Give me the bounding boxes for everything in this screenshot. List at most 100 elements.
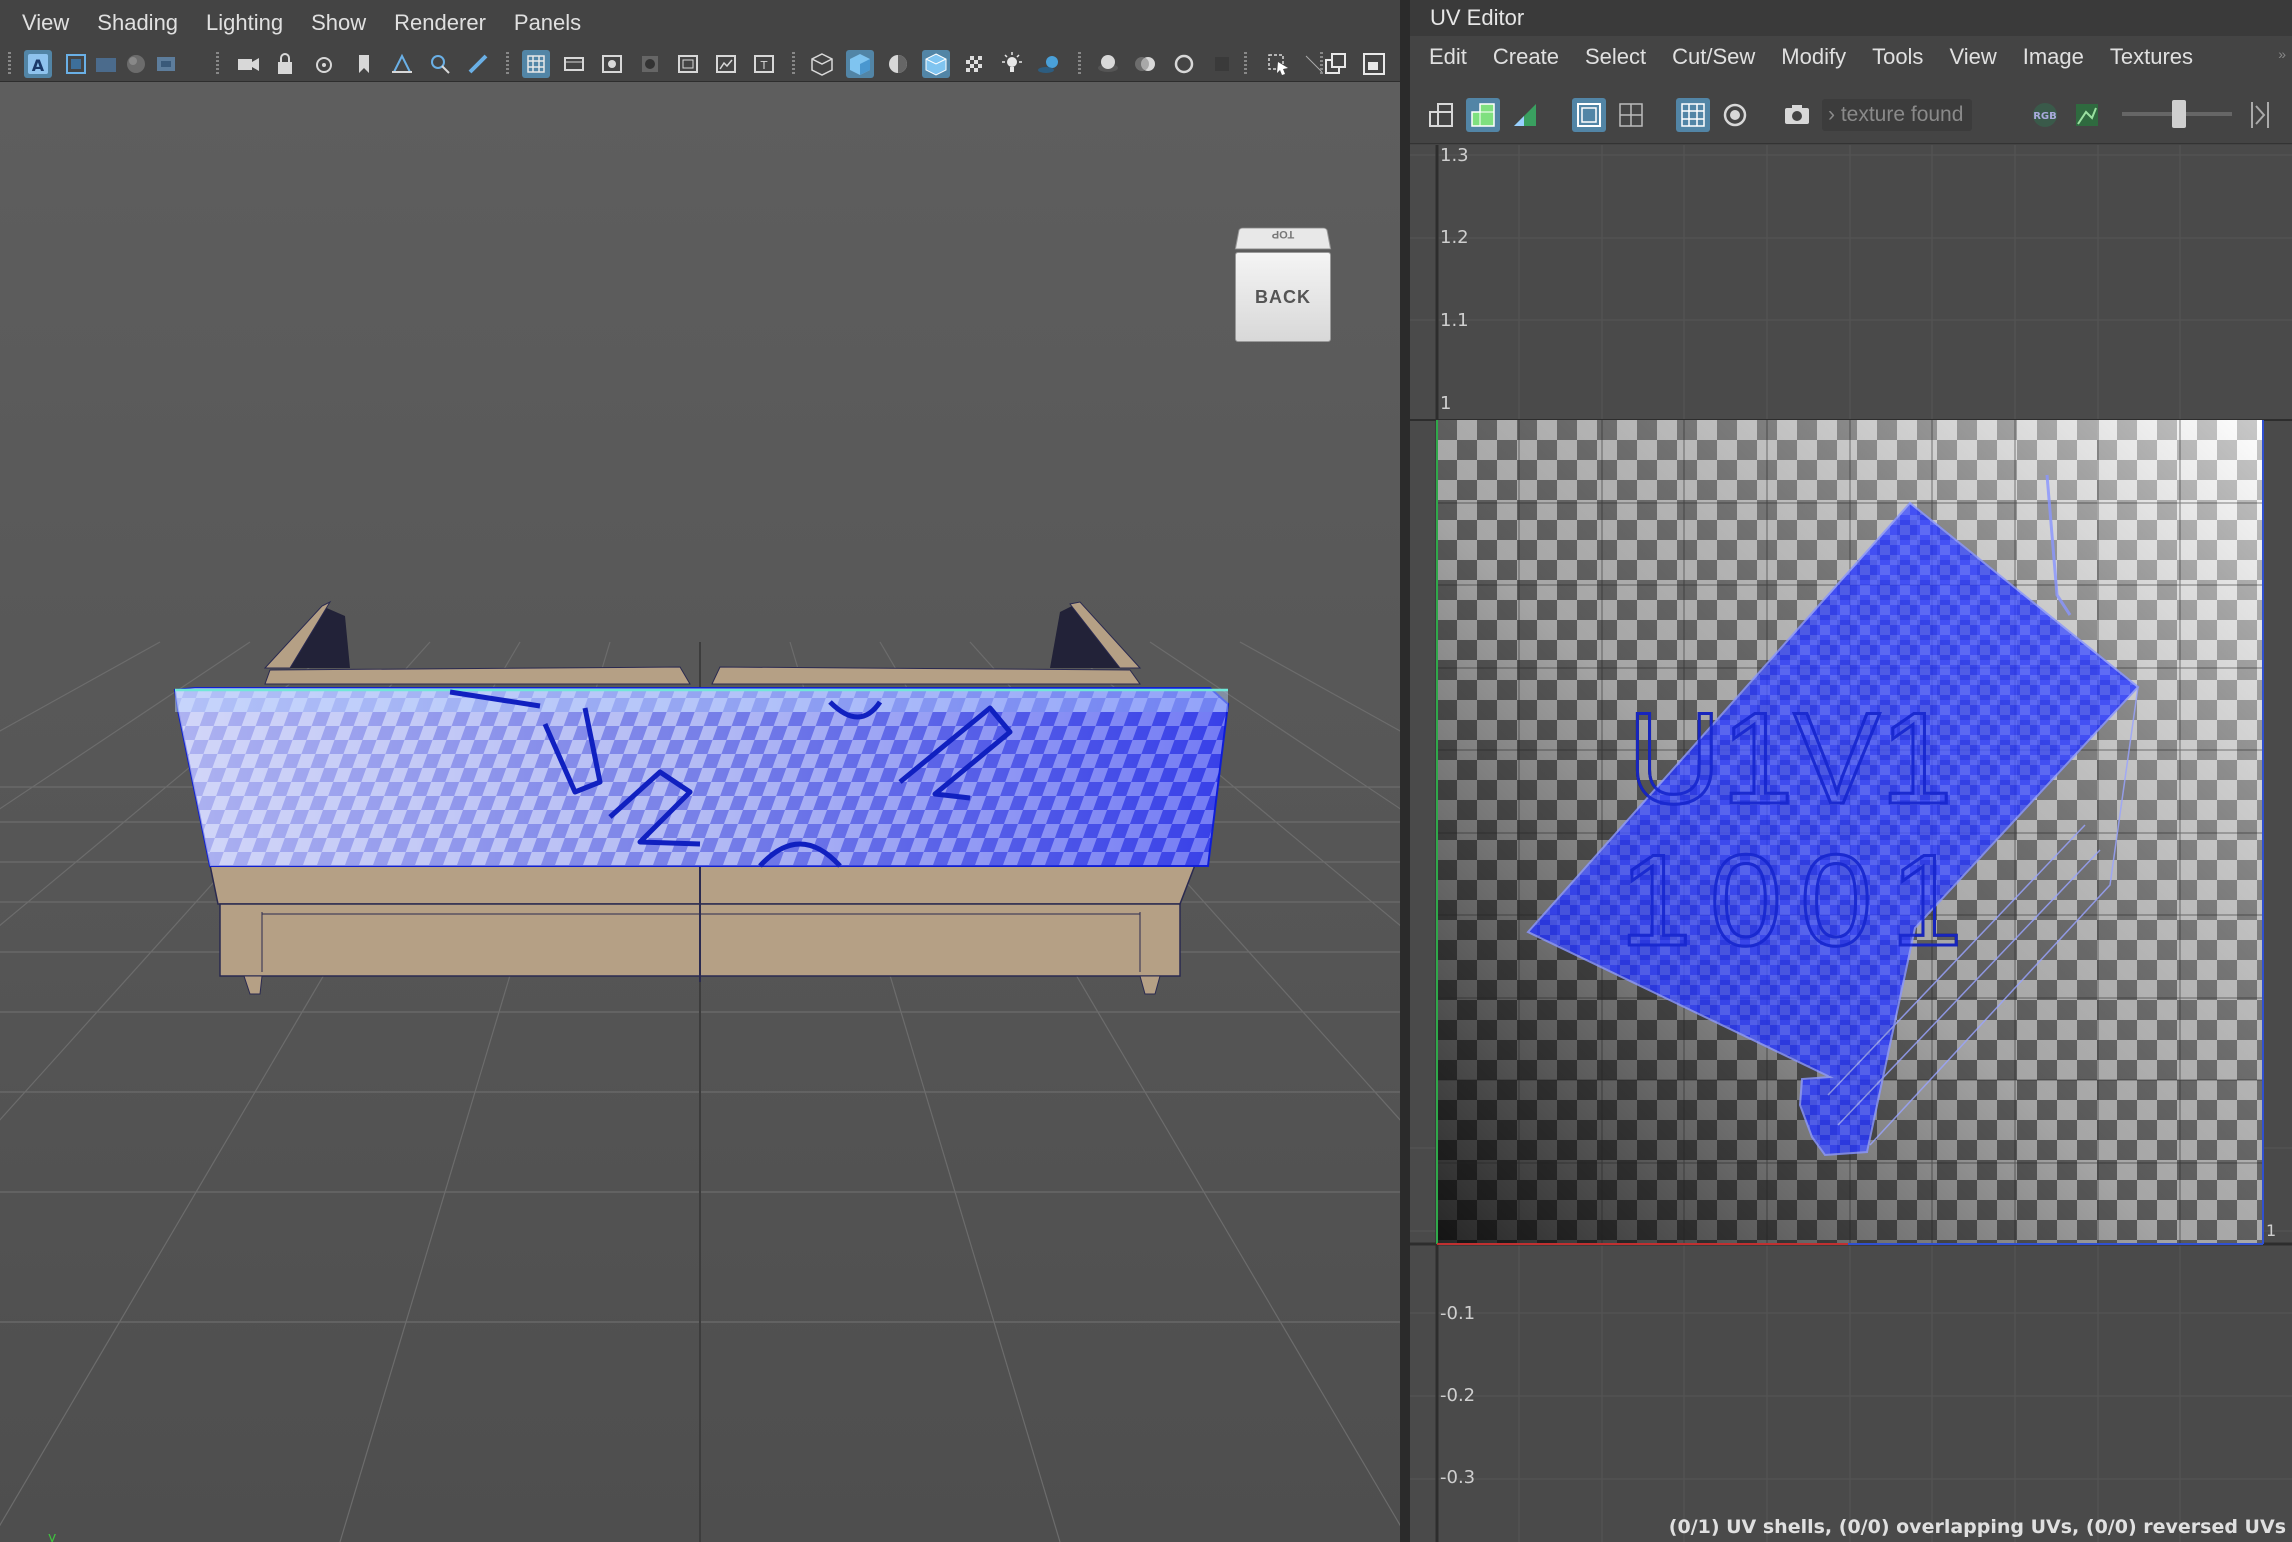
svg-text:RGB: RGB xyxy=(2033,111,2057,122)
textured-icon[interactable] xyxy=(960,50,988,78)
uv-menu-edit[interactable]: Edit xyxy=(1416,36,1480,78)
display-image-icon[interactable] xyxy=(1572,98,1606,132)
wireframe-on-shaded-icon[interactable] xyxy=(922,50,950,78)
v-axis-label: -0.2 xyxy=(1440,1385,1476,1406)
viewcube-face-label: BACK xyxy=(1255,286,1311,307)
toolbar-separator xyxy=(792,52,795,76)
default-material-icon[interactable] xyxy=(884,50,912,78)
menu-lighting[interactable]: Lighting xyxy=(192,0,297,46)
toolbar-separator xyxy=(506,52,509,76)
image-plane-icon[interactable] xyxy=(122,50,150,78)
svg-text:T: T xyxy=(760,59,768,72)
xray-icon[interactable] xyxy=(388,50,416,78)
select-camera-icon[interactable]: A xyxy=(24,50,52,78)
uv-editor-menubar: Edit Create Select Cut/Sew Modify Tools … xyxy=(1410,36,2292,78)
v-axis-label: 1.3 xyxy=(1440,145,1469,166)
v-axis-label: -0.1 xyxy=(1440,1303,1476,1324)
scene-view xyxy=(0,600,1400,1542)
axis-gizmo-icon: y x z xyxy=(48,1530,56,1542)
camera-attributes-icon[interactable] xyxy=(62,50,90,78)
bookmark-flag-icon[interactable] xyxy=(350,50,378,78)
uv-texture-space: U1V1 1001 U1V1 1001 xyxy=(1410,145,2292,1542)
2d-pan-zoom-icon[interactable] xyxy=(152,50,180,78)
lights-icon[interactable] xyxy=(998,50,1026,78)
viewport-toolbar: A T xyxy=(0,46,1400,82)
viewcube-back-face[interactable]: BACK xyxy=(1235,252,1331,342)
uv-menu-modify[interactable]: Modify xyxy=(1768,36,1859,78)
depth-of-field-icon[interactable] xyxy=(1208,50,1236,78)
uv-status-text: (0/1) UV shells, (0/0) overlapping UVs, … xyxy=(1668,1516,2286,1538)
lock-camera-icon[interactable] xyxy=(272,50,300,78)
menu-overflow-icon[interactable]: » xyxy=(2278,46,2286,62)
viewport-menubar: View Shading Lighting Show Renderer Pane… xyxy=(0,0,1400,46)
uv-menu-tools[interactable]: Tools xyxy=(1859,36,1936,78)
svg-text:A: A xyxy=(32,56,45,75)
shaded-uv-icon[interactable] xyxy=(1466,98,1500,132)
panel-single-icon[interactable] xyxy=(1360,50,1388,78)
sofa-model xyxy=(173,600,1230,995)
isolate-select-icon[interactable] xyxy=(1264,50,1292,78)
wireframe-icon[interactable] xyxy=(808,50,836,78)
svg-text:1001: 1001 xyxy=(1619,827,1980,973)
v-axis-label: 1.2 xyxy=(1440,227,1469,248)
smooth-shade-icon[interactable] xyxy=(846,50,874,78)
toolbar-separator xyxy=(1244,52,1247,76)
exposure-slider-handle[interactable] xyxy=(2172,100,2186,128)
safe-title-icon[interactable]: T xyxy=(750,50,778,78)
grid-display-icon[interactable] xyxy=(1614,98,1648,132)
grease-pencil-icon[interactable] xyxy=(464,50,492,78)
checker-tiles-icon[interactable] xyxy=(1676,98,1710,132)
gate-mask-icon[interactable] xyxy=(636,50,664,78)
uv-menu-select[interactable]: Select xyxy=(1572,36,1659,78)
toolbar-separator xyxy=(216,52,219,76)
uv-editor-toolbar: › texture found RGB xyxy=(1410,86,2292,144)
v-axis-label: 1.1 xyxy=(1440,310,1469,331)
safe-action-icon[interactable] xyxy=(712,50,740,78)
uv-menu-create[interactable]: Create xyxy=(1480,36,1572,78)
uv-shell-border-icon[interactable] xyxy=(1424,98,1458,132)
uv-editor-canvas[interactable]: U1V1 1001 U1V1 1001 1.3 xyxy=(1410,145,2292,1542)
viewcube[interactable]: TOP BACK xyxy=(1233,224,1333,344)
uv-menu-textures[interactable]: Textures xyxy=(2097,36,2206,78)
viewport-canvas[interactable]: TOP BACK y x z xyxy=(0,82,1400,1542)
camera-icon[interactable] xyxy=(234,50,262,78)
grid-icon[interactable] xyxy=(522,50,550,78)
uv-menu-image[interactable]: Image xyxy=(2010,36,2097,78)
field-chart-icon[interactable] xyxy=(674,50,702,78)
snapshot-icon[interactable] xyxy=(310,50,338,78)
snapshot-camera-icon[interactable] xyxy=(1780,98,1814,132)
menu-show[interactable]: Show xyxy=(297,0,380,46)
v-axis-label: -0.3 xyxy=(1440,1467,1476,1488)
panel-layout-icon[interactable] xyxy=(1322,50,1350,78)
toolbar-expand-icon[interactable] xyxy=(2244,98,2274,132)
maya-window: View Shading Lighting Show Renderer Pane… xyxy=(0,0,2292,1542)
bookmark-icon[interactable] xyxy=(92,50,120,78)
image-ratio-icon[interactable] xyxy=(1718,98,1752,132)
svg-text:U1V1: U1V1 xyxy=(1627,685,1952,831)
resolution-gate-icon[interactable] xyxy=(598,50,626,78)
film-gate-icon[interactable] xyxy=(560,50,588,78)
menu-renderer[interactable]: Renderer xyxy=(380,0,500,46)
uv-editor-title: UV Editor xyxy=(1410,0,2292,36)
toolbar-separator xyxy=(8,52,11,76)
uv-editor-panel: UV Editor Edit Create Select Cut/Sew Mod… xyxy=(1410,0,2292,1542)
shadows-icon[interactable] xyxy=(1036,50,1064,78)
anti-aliasing-icon[interactable] xyxy=(1170,50,1198,78)
motion-blur-icon[interactable] xyxy=(1132,50,1160,78)
texture-dropdown[interactable]: › texture found xyxy=(1822,99,1972,131)
panel-divider[interactable] xyxy=(1400,0,1410,1542)
distortion-display-icon[interactable] xyxy=(1508,98,1542,132)
toolbar-separator xyxy=(1078,52,1081,76)
uv-menu-view[interactable]: View xyxy=(1936,36,2009,78)
menu-shading[interactable]: Shading xyxy=(83,0,192,46)
rgb-channels-icon[interactable]: RGB xyxy=(2028,98,2062,132)
u-axis-label: 1 xyxy=(2266,1221,2277,1240)
pan-icon[interactable] xyxy=(426,50,454,78)
menu-view[interactable]: View xyxy=(8,0,83,46)
viewcube-top-label: TOP xyxy=(1271,228,1295,240)
ambient-occlusion-icon[interactable] xyxy=(1094,50,1122,78)
uv-menu-cut-sew[interactable]: Cut/Sew xyxy=(1659,36,1768,78)
display-rgba-icon[interactable] xyxy=(2070,98,2104,132)
menu-panels[interactable]: Panels xyxy=(500,0,595,46)
svg-text:y: y xyxy=(48,1530,56,1542)
